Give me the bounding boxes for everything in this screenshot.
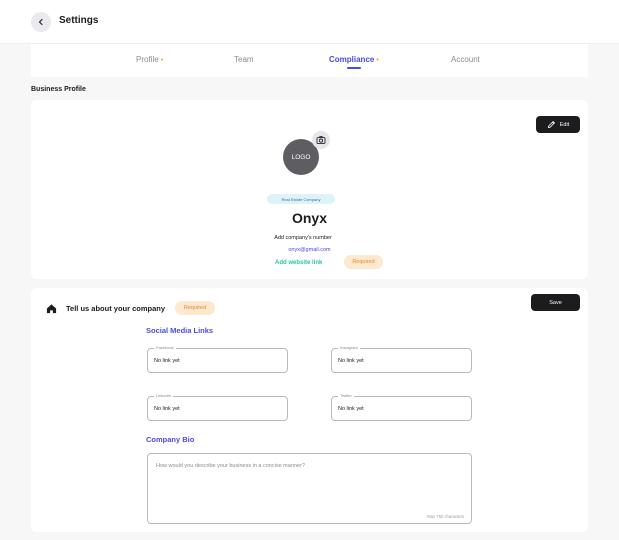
tab-profile-dot: • — [160, 57, 164, 64]
company-name: Onyx — [291, 210, 327, 226]
website-required-badge: Required — [344, 255, 383, 269]
tab-profile-label: Profile — [136, 55, 159, 64]
tab-profile[interactable]: Profile • — [136, 55, 163, 64]
social-media-heading: Social Media Links — [146, 326, 214, 335]
home-icon — [46, 304, 57, 314]
logo-text: LOGO — [291, 153, 311, 161]
business-profile-card: Edit LOGO Real Estate Company Onyx Add c… — [31, 100, 588, 279]
twitter-value: No link yet — [338, 406, 364, 412]
tab-compliance[interactable]: Compliance • — [329, 55, 379, 64]
instagram-label: Instagram — [338, 345, 360, 350]
facebook-field[interactable]: Facebook No link yet — [147, 345, 288, 373]
page-title: Settings — [59, 15, 99, 26]
section-title-business-profile: Business Profile — [31, 86, 86, 93]
linkedin-value: No link yet — [154, 406, 180, 412]
company-email: onyx@gmail.com — [288, 247, 331, 253]
edit-button[interactable]: Edit — [536, 116, 580, 133]
tab-compliance-label: Compliance — [329, 55, 375, 64]
edit-button-label: Edit — [559, 121, 570, 128]
tab-account-label: Account — [451, 55, 480, 64]
company-bio-textarea[interactable]: How would you describe your business in … — [147, 453, 472, 524]
bio-placeholder: How would you describe your business in … — [156, 463, 305, 469]
facebook-value: No link yet — [154, 358, 180, 364]
add-company-number[interactable]: Add company's number — [265, 232, 341, 244]
linkedin-label: LinkedIn — [154, 393, 174, 398]
tab-team[interactable]: Team — [234, 55, 254, 64]
company-type-badge: Real Estate Company — [267, 194, 335, 204]
tab-team-label: Team — [234, 55, 254, 64]
tab-compliance-dot: • — [376, 57, 379, 64]
settings-page: Settings Profile • Team Compliance • Accou… — [0, 0, 619, 540]
facebook-label: Facebook — [154, 345, 176, 350]
tab-account[interactable]: Account — [451, 55, 480, 64]
camera-icon — [316, 135, 326, 145]
company-info-required-badge: Required — [175, 301, 215, 315]
top-bar: Settings — [0, 0, 619, 44]
company-bio-heading: Company Bio — [146, 435, 195, 444]
bio-character-limit: Max 750 characters — [427, 514, 464, 519]
twitter-label: Twitter — [338, 393, 354, 398]
chevron-left-icon — [38, 18, 43, 26]
linkedin-field[interactable]: LinkedIn No link yet — [147, 393, 288, 421]
change-logo-button[interactable] — [312, 131, 330, 149]
pencil-icon — [547, 121, 555, 129]
save-button[interactable]: Save — [531, 294, 580, 311]
active-tab-underline — [347, 67, 361, 69]
instagram-field[interactable]: Instagram No link yet — [331, 345, 472, 373]
back-button[interactable] — [31, 12, 51, 32]
add-website-link[interactable]: Add website link — [275, 260, 322, 266]
company-info-heading: Tell us about your company — [66, 304, 166, 313]
twitter-field[interactable]: Twitter No link yet — [331, 393, 472, 421]
company-info-card: Tell us about your company Required Save… — [31, 288, 588, 532]
settings-tabs: Profile • Team Compliance • Account — [31, 44, 588, 77]
instagram-value: No link yet — [338, 358, 364, 364]
